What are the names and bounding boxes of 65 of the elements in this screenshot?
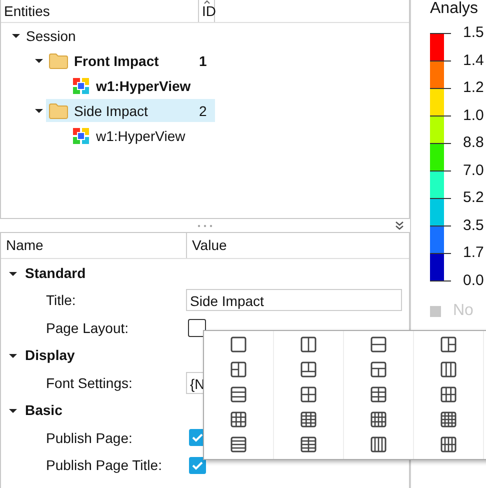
folder-icon [49, 52, 68, 68]
checkbox[interactable] [189, 456, 206, 474]
double-chevron-icon[interactable] [395, 221, 404, 230]
column-header[interactable]: Value [187, 233, 227, 258]
tree-item[interactable]: w1:HyperView [69, 124, 215, 147]
tree-item[interactable]: w1:HyperView [69, 74, 215, 97]
group-label: Display [25, 347, 75, 364]
layout-icon[interactable] [370, 436, 387, 453]
legend-value: 1.0 [463, 106, 484, 126]
layout-icon[interactable] [370, 361, 387, 378]
layout-icon[interactable] [370, 336, 387, 353]
layout-icon[interactable] [440, 336, 457, 353]
expand-arrow-icon[interactable] [9, 352, 17, 360]
tree-item[interactable]: Session [23, 24, 215, 47]
layout-icon[interactable] [440, 361, 457, 378]
pinwheel-icon [72, 76, 90, 94]
layout-icon[interactable] [440, 386, 457, 403]
layout-icon[interactable] [440, 436, 457, 453]
layout-icon[interactable] [370, 386, 387, 403]
folder-icon [49, 102, 68, 118]
legend-value: 1.7 [463, 243, 484, 263]
splitter-handle[interactable] [198, 224, 212, 226]
property-label: Publish Page Title: [45, 457, 163, 474]
layout-icon[interactable] [370, 411, 387, 428]
legend-value: 1.2 [463, 78, 484, 98]
sort-caret-icon [204, 0, 210, 4]
legend-title: Analys [430, 0, 478, 18]
layout-icon[interactable] [300, 361, 317, 378]
no-result-swatch [430, 306, 441, 316]
column-header[interactable]: ID [199, 0, 215, 22]
property-label: Font Settings: [45, 374, 134, 391]
expand-arrow-icon[interactable] [9, 407, 17, 416]
checkmark-icon [192, 460, 203, 470]
group-label: Basic [25, 402, 62, 418]
layout-icon[interactable] [300, 436, 317, 453]
layout-icon[interactable] [230, 411, 247, 428]
group-label: Standard [25, 264, 86, 281]
expand-arrow-icon[interactable] [35, 106, 43, 114]
expand-arrow-icon[interactable] [9, 270, 17, 278]
legend-value: 5.2 [463, 188, 484, 208]
legend-value: 1.4 [463, 50, 484, 70]
tree-item[interactable]: Front Impact 1 [46, 49, 215, 72]
legend-value: 8.8 [463, 133, 484, 153]
expand-arrow-icon[interactable] [12, 32, 20, 40]
text-field[interactable]: Side Impact [186, 289, 402, 312]
property-label: Title: [45, 292, 77, 308]
layout-icon[interactable] [440, 411, 457, 428]
layout-icon[interactable] [230, 386, 247, 403]
column-header[interactable]: Name [1, 233, 187, 258]
legend-value: 0.0 [463, 270, 484, 290]
layout-icon[interactable] [300, 411, 317, 428]
layout-icon[interactable] [230, 361, 247, 378]
expand-arrow-icon[interactable] [35, 56, 43, 64]
layout-icon[interactable] [230, 336, 247, 353]
layout-icon[interactable] [300, 386, 317, 403]
layout-icon[interactable] [300, 336, 317, 353]
property-label: Page Layout: [45, 320, 130, 336]
layout-icon[interactable] [230, 436, 247, 453]
legend-value: 3.5 [463, 216, 484, 236]
legend-value: 1.5 [463, 23, 484, 43]
column-header[interactable]: Entities [1, 0, 199, 22]
property-label: Publish Page: [45, 430, 134, 446]
legend-value: 7.0 [463, 160, 484, 180]
pinwheel-icon [72, 126, 90, 144]
tree-item[interactable]: Side Impact 2 [46, 99, 215, 122]
